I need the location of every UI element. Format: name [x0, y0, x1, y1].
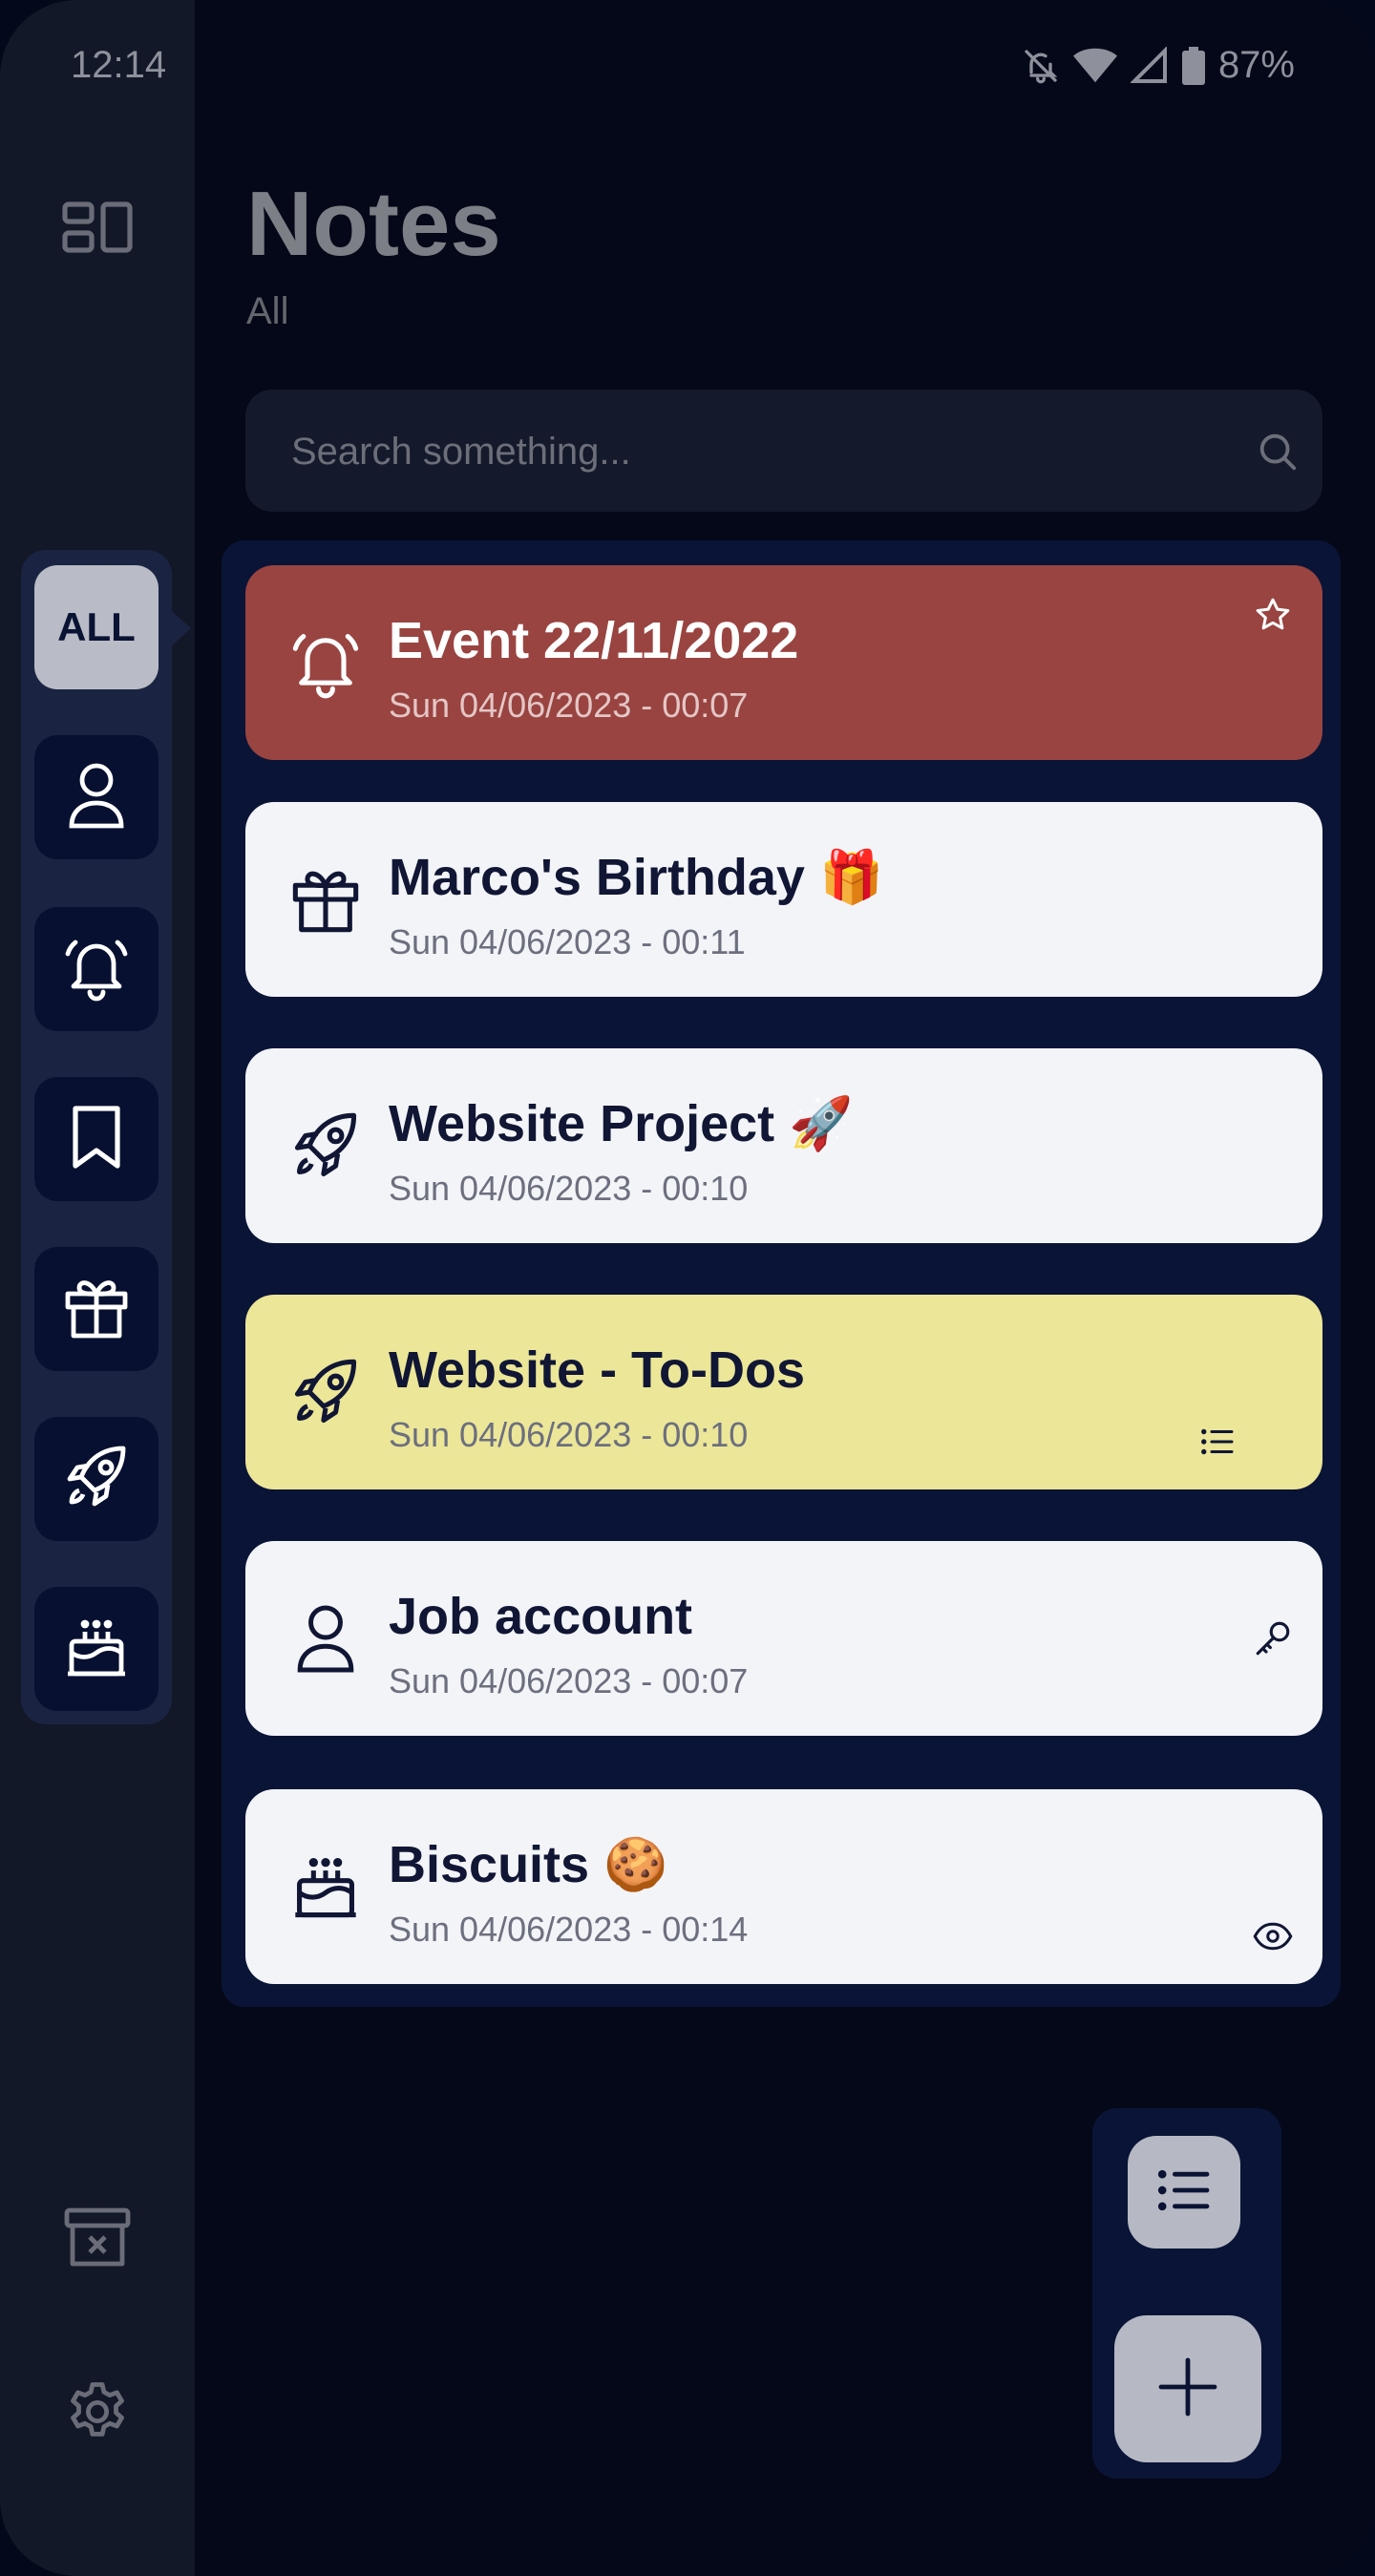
note-card[interactable]: Job account Sun 04/06/2023 - 00:07	[245, 1541, 1322, 1736]
cellular-signal-icon	[1130, 46, 1169, 85]
category-cake-button[interactable]	[34, 1587, 159, 1711]
note-date: Sun 04/06/2023 - 00:11	[389, 922, 746, 961]
search-icon[interactable]	[1256, 430, 1300, 478]
note-title: Biscuits 🍪	[389, 1836, 668, 1893]
key-icon	[1250, 1615, 1296, 1661]
note-card[interactable]: Event 22/11/2022 Sun 04/06/2023 - 00:07	[245, 565, 1322, 760]
page-title: Notes	[246, 173, 501, 275]
battery-icon	[1181, 46, 1205, 85]
note-title: Event 22/11/2022	[389, 612, 799, 669]
cake-icon	[284, 1845, 368, 1929]
category-reminder-button[interactable]	[34, 907, 159, 1031]
page-subtitle: All	[246, 290, 289, 332]
rocket-icon	[284, 1104, 368, 1188]
note-date: Sun 04/06/2023 - 00:10	[389, 1415, 749, 1454]
note-title: Marco's Birthday 🎁	[389, 849, 884, 906]
note-date: Sun 04/06/2023 - 00:10	[389, 1169, 749, 1208]
bell-icon	[284, 621, 368, 705]
notes-list	[222, 540, 1341, 2007]
person-icon	[66, 761, 127, 834]
status-bar: 12:14 87%	[0, 0, 1375, 138]
category-person-button[interactable]	[34, 735, 159, 859]
notifications-off-icon	[1022, 47, 1060, 85]
note-card[interactable]: Biscuits 🍪 Sun 04/06/2023 - 00:14	[245, 1789, 1322, 1984]
star-icon[interactable]	[1250, 592, 1296, 638]
note-title: Website Project 🚀	[389, 1095, 854, 1152]
search-input[interactable]	[289, 390, 1210, 514]
archive-icon[interactable]	[61, 2206, 134, 2270]
new-list-button[interactable]	[1128, 2136, 1240, 2249]
bookmark-icon	[68, 1103, 125, 1176]
cake-icon	[62, 1613, 131, 1686]
category-rocket-button[interactable]	[34, 1417, 159, 1541]
note-date: Sun 04/06/2023 - 00:14	[389, 1910, 749, 1949]
category-bookmark-button[interactable]	[34, 1077, 159, 1201]
bell-icon	[62, 933, 131, 1006]
note-title: Job account	[389, 1588, 693, 1645]
layout-toggle-icon[interactable]	[59, 199, 136, 256]
plus-icon	[1157, 2356, 1218, 2422]
note-date: Sun 04/06/2023 - 00:07	[389, 1661, 749, 1700]
note-title: Website - To-Dos	[389, 1341, 806, 1399]
note-card[interactable]: Marco's Birthday 🎁 Sun 04/06/2023 - 00:1…	[245, 802, 1322, 997]
battery-percent: 87%	[1217, 44, 1295, 86]
gift-icon	[62, 1273, 131, 1346]
gift-icon	[284, 857, 368, 941]
category-all-button[interactable]: ALL	[34, 565, 159, 689]
person-icon	[284, 1596, 368, 1680]
add-note-button[interactable]	[1114, 2315, 1261, 2462]
search-bar[interactable]	[245, 390, 1322, 514]
app-screen: 12:14 87% Notes All A	[0, 0, 1375, 2576]
note-card[interactable]: Website Project 🚀 Sun 04/06/2023 - 00:10	[245, 1048, 1322, 1243]
status-time: 12:14	[71, 44, 167, 86]
note-date: Sun 04/06/2023 - 00:07	[389, 686, 749, 725]
status-icons: 87%	[1022, 44, 1295, 87]
rocket-icon	[284, 1350, 368, 1434]
list-icon	[1156, 2167, 1212, 2218]
category-gift-button[interactable]	[34, 1247, 159, 1371]
checklist-icon	[1195, 1419, 1240, 1465]
eye-icon	[1250, 1913, 1296, 1959]
rocket-icon	[62, 1443, 131, 1516]
wifi-icon	[1072, 47, 1117, 85]
note-card[interactable]: Website - To-Dos Sun 04/06/2023 - 00:10	[245, 1295, 1322, 1489]
selection-pointer	[172, 611, 191, 645]
settings-gear-icon[interactable]	[61, 2375, 134, 2448]
